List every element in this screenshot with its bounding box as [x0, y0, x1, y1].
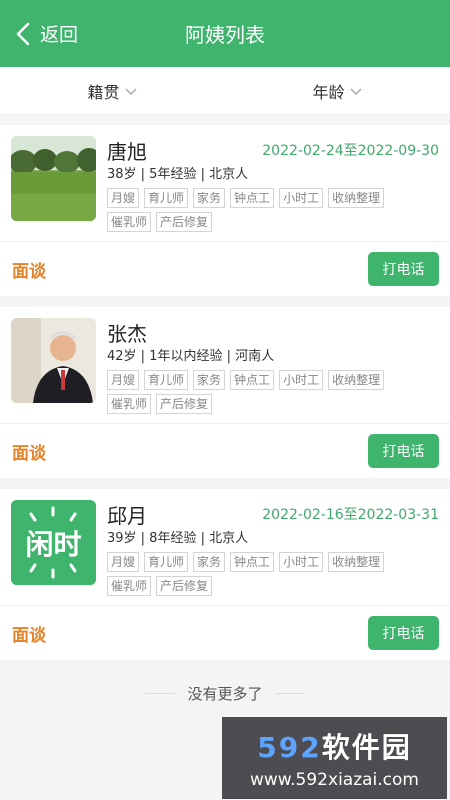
skill-tags: 月嫂 育儿师 家务 钟点工 小时工 收纳整理 催乳师 产后修复 [107, 552, 407, 596]
skill-tag: 产后修复 [156, 394, 213, 414]
nanny-meta: 38岁 | 5年经验 | 北京人 [107, 167, 249, 182]
call-button[interactable]: 打电话 [368, 252, 439, 286]
interview-link[interactable]: 面谈 [12, 439, 46, 464]
interview-link[interactable]: 面谈 [12, 621, 46, 646]
skill-tag: 收纳整理 [328, 370, 385, 390]
logo-text: 闲时 [25, 527, 82, 561]
skill-tag: 催乳师 [107, 212, 152, 232]
skill-tag: 钟点工 [230, 370, 275, 390]
skill-tag: 产后修复 [156, 576, 213, 596]
filter-origin-label: 籍贯 [87, 82, 120, 102]
skill-tag: 收纳整理 [328, 552, 385, 572]
end-of-list-text: 没有更多了 [187, 684, 263, 703]
call-button[interactable]: 打电话 [368, 434, 439, 468]
skill-tag: 催乳师 [107, 576, 152, 596]
back-button[interactable]: 返回 [14, 0, 78, 67]
filter-origin[interactable]: 籍贯 [0, 67, 225, 114]
skill-tag: 小时工 [279, 552, 324, 572]
skill-tags: 月嫂 育儿师 家务 钟点工 小时工 收纳整理 催乳师 产后修复 [107, 370, 407, 414]
skill-tag: 育儿师 [144, 188, 189, 208]
nanny-name: 唐旭 [107, 139, 147, 164]
nanny-card[interactable]: 闲时 邱月 2022-02-16至2022-03-31 39岁 | 8年经验 |… [0, 489, 450, 660]
skill-tag: 收纳整理 [328, 188, 385, 208]
end-of-list: 没有更多了 [0, 671, 450, 715]
availability-dates: 2022-02-24至2022-09-30 [262, 143, 439, 159]
skill-tag: 月嫂 [107, 552, 140, 572]
skill-tag: 家务 [193, 552, 226, 572]
watermark-number: 592 [257, 731, 322, 764]
call-button[interactable]: 打电话 [368, 616, 439, 650]
chevron-down-icon [349, 87, 362, 95]
skill-tag: 家务 [193, 188, 226, 208]
interview-link[interactable]: 面谈 [12, 257, 46, 282]
nanny-photo [11, 318, 96, 403]
watermark-title: 软件园 [321, 731, 412, 764]
nanny-card[interactable]: 唐旭 2022-02-24至2022-09-30 38岁 | 5年经验 | 北京… [0, 125, 450, 296]
skill-tag: 育儿师 [144, 552, 189, 572]
filter-age-label: 年龄 [312, 82, 345, 102]
skill-tag: 家务 [193, 370, 226, 390]
skill-tag: 催乳师 [107, 394, 152, 414]
app-logo-photo: 闲时 [11, 500, 96, 585]
back-label: 返回 [40, 24, 79, 46]
skill-tag: 钟点工 [230, 552, 275, 572]
skill-tag: 小时工 [279, 188, 324, 208]
nanny-name: 邱月 [107, 503, 147, 528]
nanny-card[interactable]: 张杰 42岁 | 1年以内经验 | 河南人 月嫂 育儿师 家务 钟点工 小时工 … [0, 307, 450, 478]
divider [145, 692, 176, 694]
skill-tag: 月嫂 [107, 188, 140, 208]
skill-tag: 钟点工 [230, 188, 275, 208]
skill-tags: 月嫂 育儿师 家务 钟点工 小时工 收纳整理 催乳师 产后修复 [107, 188, 407, 232]
skill-tag: 小时工 [279, 370, 324, 390]
watermark-url: www.592xiazai.com [250, 770, 419, 790]
site-watermark: 592软件园 www.592xiazai.com [222, 717, 447, 799]
filter-bar: 籍贯 年龄 [0, 67, 450, 115]
divider [274, 692, 305, 694]
chevron-down-icon [124, 87, 137, 95]
nanny-meta: 42岁 | 1年以内经验 | 河南人 [107, 349, 275, 364]
nanny-photo [11, 136, 96, 221]
nanny-meta: 39岁 | 8年经验 | 北京人 [107, 531, 249, 546]
skill-tag: 育儿师 [144, 370, 189, 390]
app-header: 返回 阿姨列表 [0, 0, 450, 67]
availability-dates: 2022-02-16至2022-03-31 [262, 507, 439, 523]
chevron-left-icon [16, 22, 30, 45]
filter-age[interactable]: 年龄 [225, 67, 450, 114]
nanny-name: 张杰 [107, 321, 147, 346]
skill-tag: 月嫂 [107, 370, 140, 390]
skill-tag: 产后修复 [156, 212, 213, 232]
